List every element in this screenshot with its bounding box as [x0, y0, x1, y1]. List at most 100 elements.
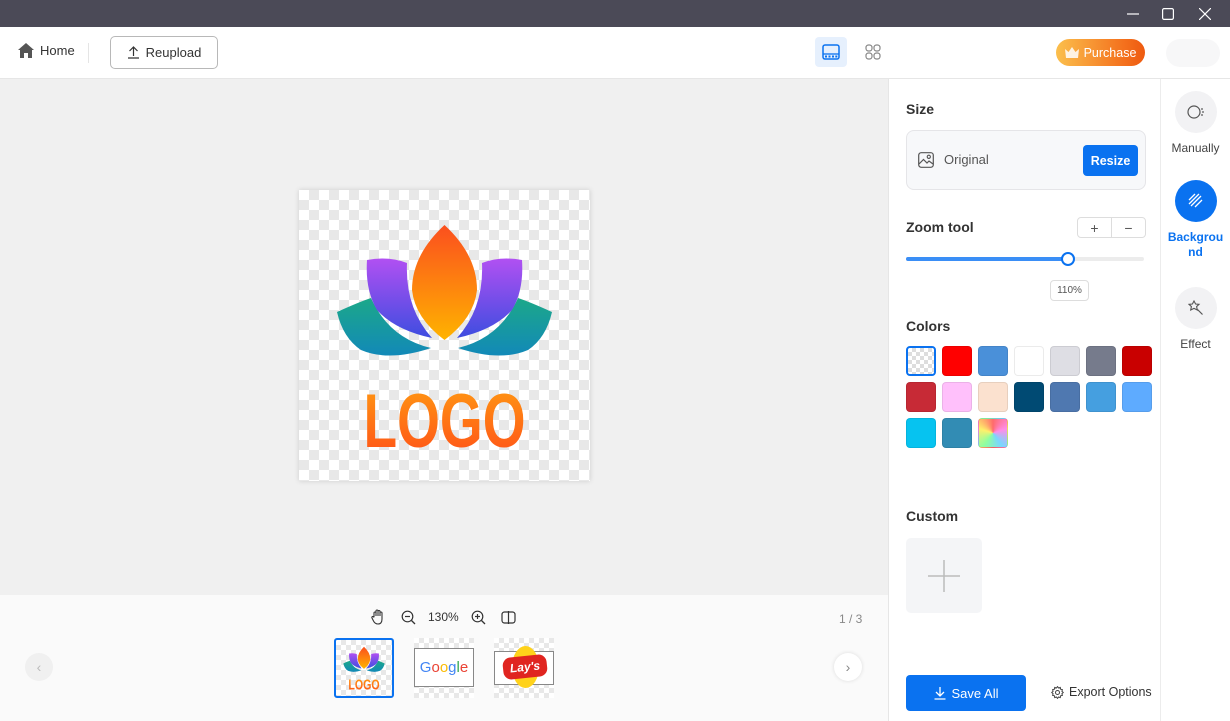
color-swatch-rainbow[interactable]	[978, 418, 1008, 448]
thumbnail-lays-image: Lay's	[494, 646, 554, 688]
rail-label-background: Background	[1167, 230, 1224, 259]
gear-icon	[1051, 685, 1064, 699]
resize-button[interactable]: Resize	[1083, 145, 1138, 176]
toolbar-divider	[88, 43, 89, 63]
manual-erase-icon	[1186, 105, 1204, 119]
zoom-slider-value: 110%	[1050, 280, 1089, 301]
color-swatch-light-blue[interactable]	[1122, 382, 1152, 412]
zoom-out-icon	[401, 610, 415, 624]
zoom-out-button[interactable]	[398, 607, 418, 627]
color-swatch-light-gray[interactable]	[1050, 346, 1080, 376]
color-swatch-transparent[interactable]	[906, 346, 936, 376]
upload-icon	[127, 46, 139, 59]
single-view-button[interactable]	[815, 37, 847, 67]
zoom-slider[interactable]	[906, 252, 1144, 266]
thumbnail-logo-text: LOGO	[348, 677, 379, 693]
color-swatch-steel-blue[interactable]	[1050, 382, 1080, 412]
zoom-slider-fill	[906, 257, 1068, 261]
rail-label-manually: Manually	[1171, 141, 1220, 155]
color-swatch-crimson[interactable]	[906, 382, 936, 412]
background-stripes-icon	[1188, 193, 1202, 208]
rail-label-effect: Effect	[1180, 337, 1211, 351]
color-swatch-sky-blue[interactable]	[1086, 382, 1116, 412]
rail-item-effect[interactable]: Effect	[1161, 287, 1230, 352]
color-swatch-peach[interactable]	[978, 382, 1008, 412]
filmstrip-view-icon	[822, 44, 840, 60]
hand-icon	[371, 609, 383, 625]
lotus-logo-image: LOGO	[337, 225, 552, 464]
color-swatch-red[interactable]	[942, 346, 972, 376]
thumbnail-logo-image: LOGO	[343, 646, 385, 693]
color-swatch-white[interactable]	[1014, 346, 1044, 376]
home-label: Home	[40, 43, 75, 58]
zoom-slider-thumb[interactable]	[1060, 252, 1075, 266]
magic-wand-icon	[1187, 300, 1203, 315]
top-toolbar: Home Reupload Purchase	[0, 27, 1230, 79]
maximize-icon	[1162, 7, 1174, 20]
crown-icon	[1064, 47, 1079, 58]
next-image-button[interactable]: ›	[834, 653, 862, 681]
minimize-button[interactable]	[1115, 0, 1151, 27]
thumbnail-logo[interactable]: LOGO	[334, 638, 394, 698]
image-icon	[918, 152, 934, 168]
grid-view-button[interactable]	[857, 37, 889, 67]
minimize-icon	[1127, 12, 1139, 15]
export-options-button[interactable]: Export Options	[1051, 685, 1152, 699]
compare-icon	[501, 610, 516, 624]
grid-view-icon	[865, 44, 881, 60]
settings-panel: Size Original Resize Zoom tool + − 110% …	[888, 79, 1161, 721]
zoom-minus-button[interactable]: −	[1112, 218, 1145, 237]
page-indicator: 1 / 3	[839, 612, 863, 626]
plus-icon	[928, 559, 960, 592]
zoom-controls: 130%	[368, 607, 519, 627]
download-icon	[934, 686, 945, 700]
reupload-button[interactable]: Reupload	[110, 36, 218, 69]
zoom-plus-button[interactable]: +	[1078, 218, 1112, 237]
preview-canvas: LOGO	[0, 79, 888, 595]
export-options-label: Export Options	[1069, 685, 1152, 699]
title-bar	[0, 0, 1230, 27]
thumbnail-lays-text: Lay's	[501, 653, 549, 681]
color-swatch-blue[interactable]	[978, 346, 1008, 376]
thumbnail-google-image: Google	[414, 648, 474, 687]
zoom-in-button[interactable]	[469, 607, 489, 627]
zoom-in-icon	[471, 610, 486, 624]
size-section-title: Size	[906, 101, 935, 117]
reupload-label: Reupload	[145, 45, 202, 60]
rail-background-circle	[1174, 180, 1217, 222]
zoom-stepper: + −	[1077, 217, 1146, 238]
thumbnail-lays[interactable]: Lay's	[494, 638, 554, 698]
size-option-label: Original	[944, 152, 989, 167]
close-icon	[1199, 7, 1211, 20]
color-swatch-cyan[interactable]	[906, 418, 936, 448]
purchase-button[interactable]: Purchase	[1056, 39, 1145, 66]
save-all-button[interactable]: Save All	[906, 675, 1026, 711]
chevron-right-icon: ›	[845, 659, 851, 675]
account-avatar[interactable]	[1166, 39, 1220, 67]
colors-section-title: Colors	[906, 318, 951, 334]
color-swatches	[906, 346, 1156, 448]
rail-item-manually[interactable]: Manually	[1161, 91, 1230, 156]
pan-tool-button[interactable]	[368, 607, 388, 627]
thumbnail-google[interactable]: Google	[414, 638, 474, 698]
home-icon	[18, 43, 34, 58]
rail-effect-circle	[1174, 287, 1217, 329]
maximize-button[interactable]	[1150, 0, 1186, 27]
color-swatch-slate-gray[interactable]	[1086, 346, 1116, 376]
color-swatch-dark-red[interactable]	[1122, 346, 1152, 376]
previous-image-button[interactable]: ‹	[25, 653, 53, 681]
compare-button[interactable]	[499, 607, 519, 627]
logo-text: LOGO	[364, 379, 526, 464]
preview-image[interactable]: LOGO	[299, 190, 590, 481]
size-option-box: Original Resize	[906, 130, 1146, 190]
chevron-left-icon: ‹	[36, 659, 42, 675]
add-custom-background-button[interactable]	[906, 538, 982, 613]
color-swatch-teal-blue[interactable]	[942, 418, 972, 448]
close-button[interactable]	[1187, 0, 1223, 27]
color-swatch-pink[interactable]	[942, 382, 972, 412]
custom-section-title: Custom	[906, 508, 959, 524]
rail-item-background[interactable]: Background	[1161, 180, 1230, 260]
color-swatch-navy[interactable]	[1014, 382, 1044, 412]
save-all-label: Save All	[951, 685, 999, 701]
home-button[interactable]: Home	[18, 43, 75, 58]
